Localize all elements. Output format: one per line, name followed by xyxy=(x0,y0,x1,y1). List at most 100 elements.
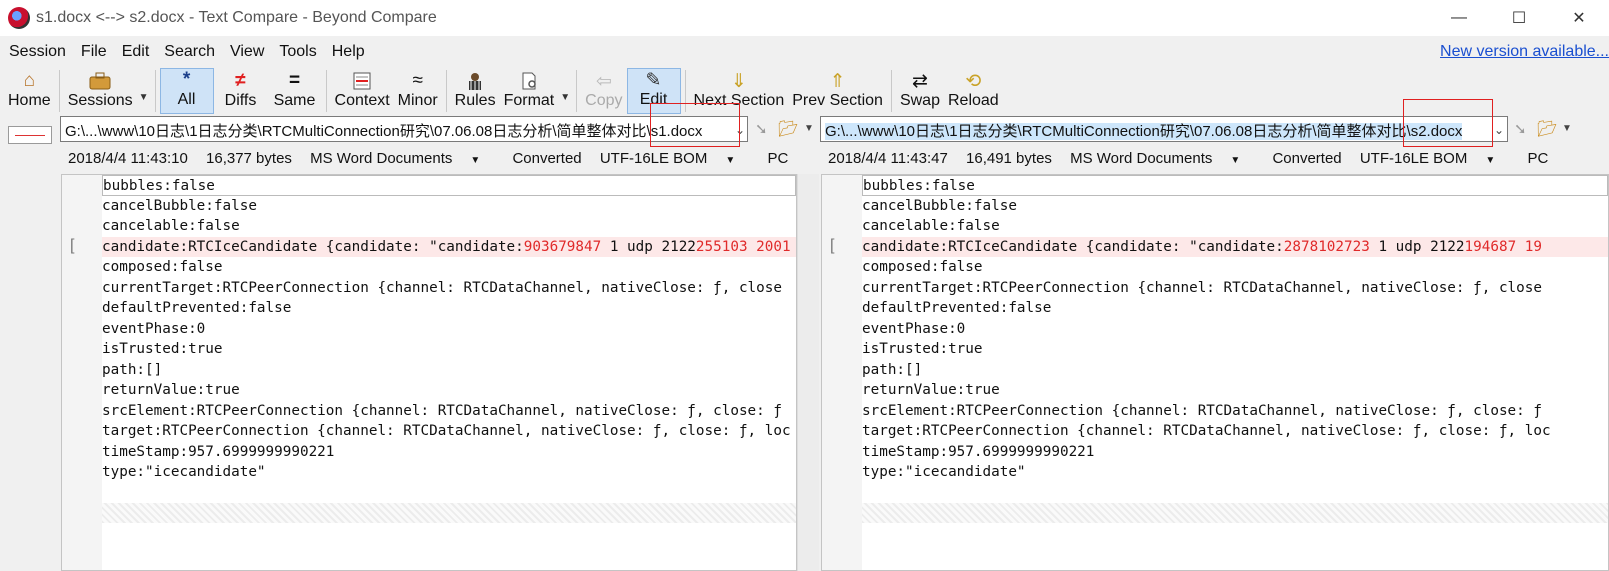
overview-thumbnail[interactable] xyxy=(8,126,52,144)
text-line[interactable]: composed:false xyxy=(102,257,796,278)
new-version-link[interactable]: New version available... xyxy=(1440,43,1609,61)
home-icon: ⌂ xyxy=(23,70,36,91)
diff-marker-icon: [ xyxy=(70,237,75,254)
right-file-info: 2018/4/4 11:43:47 16,491 bytes MS Word D… xyxy=(828,150,1562,170)
right-folder-dropdown-icon[interactable]: ▼ xyxy=(1562,123,1572,134)
text-line[interactable]: eventPhase:0 xyxy=(102,319,796,340)
same-button[interactable]: = Same xyxy=(268,68,322,114)
text-line[interactable]: cancelable:false xyxy=(862,216,1608,237)
text-line[interactable]: srcElement:RTCPeerConnection {channel: R… xyxy=(862,401,1608,422)
reload-button[interactable]: ⟲ Reload xyxy=(944,68,1003,114)
left-status: Converted xyxy=(512,150,582,167)
menu-search[interactable]: Search xyxy=(158,43,221,61)
rules-button[interactable]: Rules xyxy=(451,68,500,114)
copy-arrow-icon: ⇦ xyxy=(595,70,612,92)
menu-bar: Session File Edit Search View Tools Help… xyxy=(0,38,1609,66)
format-button[interactable]: Format xyxy=(500,68,559,114)
diffs-button[interactable]: ≠ Diffs xyxy=(214,68,268,114)
text-line[interactable]: target:RTCPeerConnection {channel: RTCDa… xyxy=(102,421,796,442)
swap-button[interactable]: ⇄ Swap xyxy=(896,68,944,114)
diff-line[interactable]: candidate:RTCIceCandidate {candidate: "c… xyxy=(862,236,1608,257)
right-path-dropdown-icon[interactable]: ⌄ xyxy=(1494,123,1504,137)
right-folder-icon[interactable]: 📂︎ xyxy=(1537,119,1557,139)
text-line[interactable]: defaultPrevented:false xyxy=(862,298,1608,319)
right-gutter xyxy=(822,175,862,570)
right-swap-arrow-icon[interactable]: ➘ xyxy=(1514,120,1527,138)
down-arrow-icon: ⇓ xyxy=(730,70,747,92)
text-line[interactable]: isTrusted:true xyxy=(102,339,796,360)
approx-icon: ≈ xyxy=(412,70,423,91)
edit-pencil-icon: ✎ xyxy=(645,69,662,91)
left-encoding-select[interactable]: UTF-16LE BOM ▼ xyxy=(600,150,749,167)
toolbar-divider xyxy=(445,70,447,112)
menu-help[interactable]: Help xyxy=(326,43,371,61)
left-date: 2018/4/4 11:43:10 xyxy=(68,150,188,167)
prev-section-button[interactable]: ⇑ Prev Section xyxy=(788,68,887,114)
menu-tools[interactable]: Tools xyxy=(273,43,322,61)
text-line[interactable]: bubbles:false xyxy=(102,175,796,196)
toolbar-divider xyxy=(325,70,327,112)
context-button[interactable]: Context xyxy=(331,68,394,114)
toolbar-divider xyxy=(576,70,578,112)
format-icon xyxy=(519,70,539,92)
close-button[interactable]: ✕ xyxy=(1549,0,1609,36)
menu-view[interactable]: View xyxy=(224,43,270,61)
toolbar-divider xyxy=(890,70,892,112)
left-path-field[interactable]: G:\...\www\10日志\1日志分类\RTCMultiConnection… xyxy=(60,116,748,142)
menu-session[interactable]: Session xyxy=(3,43,72,61)
diff-line[interactable]: candidate:RTCIceCandidate {candidate: "c… xyxy=(102,236,796,257)
right-line-ending[interactable]: PC xyxy=(1527,150,1548,167)
window-controls: — ☐ ✕ xyxy=(1429,0,1609,36)
maximize-button[interactable]: ☐ xyxy=(1489,0,1549,36)
left-text-pane[interactable]: [ bubbles:false cancelBubble:false cance… xyxy=(61,174,797,571)
end-of-file-hatch xyxy=(102,503,796,523)
briefcase-icon xyxy=(89,70,111,92)
home-button[interactable]: ⌂ Home xyxy=(4,68,55,114)
sessions-button[interactable]: Sessions xyxy=(64,68,137,114)
minor-button[interactable]: ≈ Minor xyxy=(394,68,442,114)
text-line[interactable]: timeStamp:957.6999999990221 xyxy=(862,442,1608,463)
text-line[interactable]: isTrusted:true xyxy=(862,339,1608,360)
minimize-button[interactable]: — xyxy=(1429,0,1489,36)
text-line[interactable]: bubbles:false xyxy=(862,175,1608,196)
format-dropdown-icon[interactable]: ▼ xyxy=(560,80,570,103)
copy-button[interactable]: ⇦ Copy xyxy=(581,68,626,114)
right-text-pane[interactable]: [ bubbles:false cancelBubble:false cance… xyxy=(821,174,1609,571)
same-label: Same xyxy=(273,92,316,109)
menu-edit[interactable]: Edit xyxy=(116,43,156,61)
text-line[interactable]: type:"icecandidate" xyxy=(102,462,796,483)
text-line[interactable]: srcElement:RTCPeerConnection {channel: R… xyxy=(102,401,796,422)
menu-file[interactable]: File xyxy=(75,43,113,61)
right-format-select[interactable]: MS Word Documents ▼ xyxy=(1070,150,1254,167)
text-line[interactable]: cancelable:false xyxy=(102,216,796,237)
left-path-text: G:\...\www\10日志\1日志分类\RTCMultiConnection… xyxy=(65,123,703,140)
all-button[interactable]: * All xyxy=(159,68,214,114)
text-line[interactable]: cancelBubble:false xyxy=(862,196,1608,217)
text-line[interactable]: currentTarget:RTCPeerConnection {channel… xyxy=(102,278,796,299)
text-line[interactable]: returnValue:true xyxy=(862,380,1608,401)
left-swap-arrow-icon[interactable]: ➘ xyxy=(755,120,768,138)
text-line[interactable]: defaultPrevented:false xyxy=(102,298,796,319)
left-folder-dropdown-icon[interactable]: ▼ xyxy=(804,123,814,134)
window-title: s1.docx <--> s2.docx - Text Compare - Be… xyxy=(36,9,437,26)
text-line[interactable]: path:[] xyxy=(102,360,796,381)
left-line-ending[interactable]: PC xyxy=(767,150,788,167)
equals-icon: = xyxy=(288,70,301,91)
text-line[interactable]: cancelBubble:false xyxy=(102,196,796,217)
text-line[interactable]: composed:false xyxy=(862,257,1608,278)
left-folder-icon[interactable]: 📂︎ xyxy=(778,119,798,139)
left-scrollbar[interactable] xyxy=(797,174,819,571)
text-line[interactable]: type:"icecandidate" xyxy=(862,462,1608,483)
text-line[interactable]: target:RTCPeerConnection {channel: RTCDa… xyxy=(862,421,1608,442)
left-format-select[interactable]: MS Word Documents ▼ xyxy=(310,150,494,167)
text-line[interactable]: currentTarget:RTCPeerConnection {channel… xyxy=(862,278,1608,299)
right-encoding-select[interactable]: UTF-16LE BOM ▼ xyxy=(1360,150,1509,167)
text-line[interactable]: timeStamp:957.6999999990221 xyxy=(102,442,796,463)
sessions-dropdown-icon[interactable]: ▼ xyxy=(139,80,149,103)
all-label: All xyxy=(177,91,196,108)
text-line[interactable]: returnValue:true xyxy=(102,380,796,401)
text-line[interactable]: path:[] xyxy=(862,360,1608,381)
right-date: 2018/4/4 11:43:47 xyxy=(828,150,948,167)
rules-label: Rules xyxy=(454,92,496,109)
text-line[interactable]: eventPhase:0 xyxy=(862,319,1608,340)
